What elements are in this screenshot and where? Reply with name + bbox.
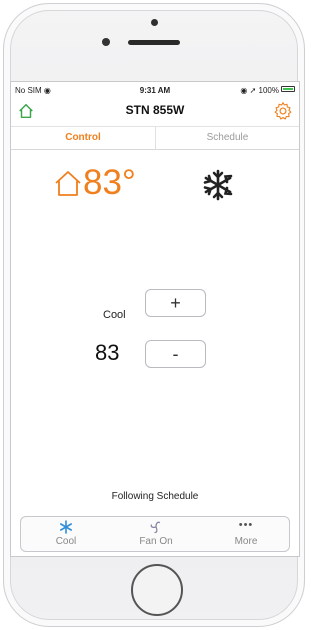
fan-label: Fan On: [139, 536, 173, 547]
fan-icon: [150, 521, 161, 534]
status-bar: No SIM ◉ 9:31 AM ◉ ➚ 100%: [11, 82, 299, 98]
front-camera: [102, 38, 110, 46]
schedule-status: Following Schedule: [111, 491, 199, 502]
mode-label: Cool: [103, 309, 126, 321]
setpoint-value: 83: [95, 340, 120, 365]
bottom-toolbar: Cool Fan On ••• More: [20, 516, 290, 552]
house-icon: [55, 171, 81, 196]
gear-icon[interactable]: [273, 101, 293, 121]
page-title: STN 855W: [125, 103, 185, 117]
app-screen: No SIM ◉ 9:31 AM ◉ ➚ 100% STN 855W Contr…: [10, 81, 300, 557]
fan-on-button[interactable]: Fan On: [111, 517, 201, 551]
cool-mode-button[interactable]: Cool: [21, 517, 111, 551]
more-icon: •••: [238, 519, 254, 531]
battery-level: [283, 88, 293, 90]
phone-frame: No SIM ◉ 9:31 AM ◉ ➚ 100% STN 855W Contr…: [3, 3, 305, 627]
battery-icon: [281, 86, 295, 92]
camera-sensor: [151, 19, 158, 26]
snowflake-icon: [203, 169, 233, 201]
tab-control[interactable]: Control: [11, 127, 155, 149]
more-button[interactable]: ••• More: [201, 517, 291, 551]
snowflake-icon: [59, 520, 72, 534]
tab-bar: Control Schedule: [11, 126, 299, 150]
status-battery-percent: ◉ ➚ 100%: [240, 86, 279, 95]
decrease-setpoint-button[interactable]: -: [145, 340, 206, 368]
tab-schedule[interactable]: Schedule: [155, 127, 299, 149]
nav-bar: STN 855W: [11, 99, 299, 123]
cool-label: Cool: [55, 536, 77, 547]
current-temp-value: 83°: [83, 163, 136, 202]
home-button[interactable]: [131, 564, 183, 616]
more-label: More: [234, 536, 258, 547]
earpiece-speaker: [128, 40, 180, 45]
increase-setpoint-button[interactable]: +: [145, 289, 206, 317]
